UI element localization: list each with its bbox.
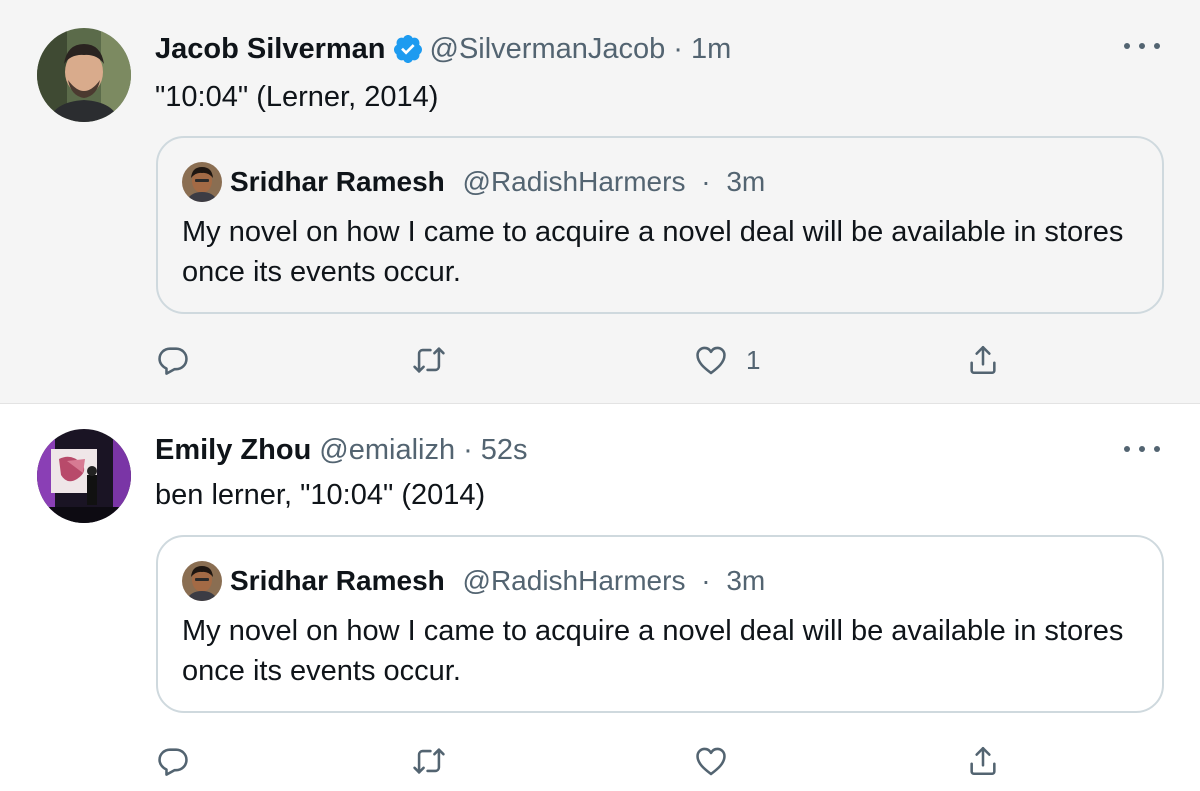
timestamp[interactable]: 52s	[481, 431, 528, 469]
quoted-timestamp[interactable]: 3m	[726, 565, 765, 596]
quoted-tweet[interactable]: Sridhar Ramesh @RadishHarmers · 3m My no…	[156, 136, 1164, 314]
retweet-icon	[413, 347, 445, 373]
like-button[interactable]	[694, 737, 746, 785]
like-icon	[696, 346, 726, 375]
share-icon	[970, 746, 996, 776]
like-icon	[696, 747, 726, 776]
share-button[interactable]	[966, 737, 1000, 785]
like-button[interactable]: 1	[694, 336, 760, 384]
tweet-header: Emily Zhou @emializh · 52s	[155, 431, 528, 469]
tweet[interactable]: Emily Zhou @emializh · 52s ben lerner, "…	[0, 404, 1200, 791]
more-icon[interactable]	[1124, 437, 1160, 461]
tweet-text: ben lerner, "10:04" (2014)	[155, 479, 486, 511]
author-name[interactable]: Jacob Silverman	[155, 30, 386, 68]
retweet-icon	[413, 748, 445, 774]
retweet-button[interactable]	[412, 336, 464, 384]
quoted-avatar-photo	[182, 162, 222, 202]
quoted-header: Sridhar Ramesh @RadishHarmers · 3m	[230, 563, 765, 599]
avatar[interactable]	[37, 429, 131, 523]
quoted-tweet[interactable]: Sridhar Ramesh @RadishHarmers · 3m My no…	[156, 535, 1164, 713]
avatar-photo	[37, 429, 131, 523]
quoted-timestamp[interactable]: 3m	[726, 166, 765, 197]
quoted-author-handle[interactable]: @RadishHarmers	[463, 565, 686, 596]
action-bar	[156, 737, 1016, 785]
reply-icon	[158, 748, 188, 776]
action-bar: 1	[156, 336, 1016, 384]
timestamp[interactable]: 1m	[691, 30, 731, 68]
author-handle[interactable]: @SilvermanJacob	[430, 30, 666, 68]
quoted-avatar[interactable]	[182, 162, 222, 202]
verified-badge-icon	[392, 33, 424, 65]
like-count: 1	[746, 344, 761, 375]
separator-dot: ·	[673, 33, 683, 65]
tweet-text: "10:04" (Lerner, 2014)	[155, 81, 439, 113]
avatar-photo	[37, 28, 131, 122]
quoted-author-name[interactable]: Sridhar Ramesh	[230, 166, 445, 197]
separator-dot: ·	[463, 434, 473, 466]
retweet-button[interactable]	[412, 737, 464, 785]
author-name[interactable]: Emily Zhou	[155, 431, 311, 469]
author-handle[interactable]: @emializh	[319, 431, 455, 469]
share-icon	[970, 345, 996, 375]
quoted-text: My novel on how I came to acquire a nove…	[182, 216, 1124, 288]
separator-dot: ·	[701, 166, 711, 197]
separator-dot: ·	[701, 565, 711, 596]
avatar[interactable]	[37, 28, 131, 122]
quoted-avatar[interactable]	[182, 561, 222, 601]
quoted-avatar-photo	[182, 561, 222, 601]
quoted-author-handle[interactable]: @RadishHarmers	[463, 166, 686, 197]
reply-button[interactable]	[156, 737, 208, 785]
tweet-header: Jacob Silverman @SilvermanJacob · 1m	[155, 30, 731, 68]
quoted-author-name[interactable]: Sridhar Ramesh	[230, 565, 445, 596]
reply-icon	[158, 347, 188, 375]
reply-button[interactable]	[156, 336, 208, 384]
more-icon[interactable]	[1124, 34, 1160, 58]
share-button[interactable]	[966, 336, 1000, 384]
tweet[interactable]: Jacob Silverman @SilvermanJacob · 1m "10…	[0, 0, 1200, 404]
quoted-header: Sridhar Ramesh @RadishHarmers · 3m	[230, 164, 765, 200]
quoted-text: My novel on how I came to acquire a nove…	[182, 615, 1124, 687]
